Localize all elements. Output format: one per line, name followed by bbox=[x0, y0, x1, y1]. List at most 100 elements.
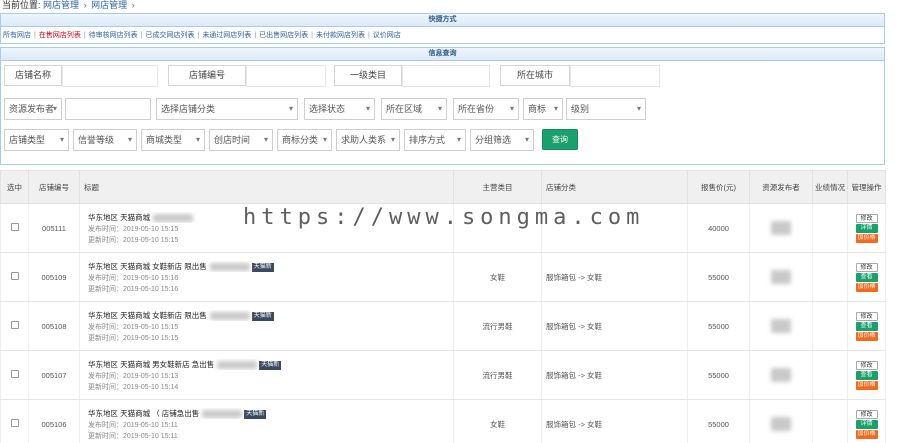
trademark-class-select[interactable]: 商标分类 ▾ bbox=[277, 129, 332, 151]
table-row: 005109 华东地区 天猫商城 女鞋新店 限出售 天猫新 发布时间：2019-05-… bbox=[0, 252, 886, 302]
shortcut-link[interactable]: 议价网店 bbox=[373, 32, 401, 39]
sort-select[interactable]: 排序方式 ▾ bbox=[404, 129, 466, 151]
add-price-button[interactable]: 加价格 bbox=[855, 233, 878, 243]
shortcut-link[interactable]: 所有网店 bbox=[3, 32, 31, 39]
region-select-label: 所在区域 bbox=[386, 104, 423, 114]
shortcut-links: 所有网店 | 在售网店列表 | 待审核网店列表 | 已成交网店列表 | 未通过网店列表 | 已出售网… bbox=[1, 27, 884, 44]
add-price-button[interactable]: 加价格 bbox=[855, 380, 878, 390]
row-checkbox[interactable] bbox=[10, 272, 19, 280]
publisher-cell bbox=[749, 203, 813, 253]
shortcut-link[interactable]: 未付款网店列表 bbox=[316, 32, 365, 39]
shop-name-input[interactable] bbox=[62, 65, 158, 87]
row-checkbox[interactable] bbox=[10, 321, 19, 329]
shop-class-select[interactable]: 选择店铺分类 ▾ bbox=[156, 98, 298, 120]
city-input[interactable] bbox=[570, 65, 660, 87]
credit-level-select[interactable]: 信誉等级 ▾ bbox=[73, 129, 137, 151]
row-publish-time: 发布时间：2019-05-10 15:15 bbox=[88, 323, 179, 331]
mall-type-select[interactable]: 商城类型 ▾ bbox=[141, 129, 205, 151]
shop-type-select[interactable]: 店铺类型 ▾ bbox=[4, 129, 69, 151]
helper-select[interactable]: 求助人类系 ▾ bbox=[336, 129, 400, 151]
main-category-cell: 流行男鞋 bbox=[453, 350, 542, 400]
chevron-down-icon: ▾ bbox=[524, 135, 529, 144]
edit-button[interactable]: 修改 bbox=[855, 262, 878, 272]
view-button[interactable]: 查看 bbox=[855, 370, 878, 380]
group-filter-select[interactable]: 分组筛选 ▾ bbox=[470, 129, 534, 151]
link-divider: | bbox=[254, 32, 257, 39]
shortcut-link[interactable]: 已成交网店列表 bbox=[145, 32, 194, 39]
link-divider: | bbox=[197, 32, 200, 39]
shortcut-link[interactable]: 待审核网店列表 bbox=[89, 32, 138, 39]
edit-button[interactable]: 修改 bbox=[855, 409, 878, 419]
shop-id-cell: 005106 bbox=[28, 399, 80, 443]
view-button[interactable]: 查看 bbox=[855, 321, 878, 331]
chevron-down-icon: ▾ bbox=[322, 135, 327, 144]
chevron-down-icon: ▾ bbox=[509, 104, 514, 113]
trademark-select[interactable]: 商标 ▾ bbox=[523, 98, 563, 120]
view-button[interactable]: 查看 bbox=[855, 272, 878, 282]
col-main-category: 主营类目 bbox=[453, 170, 542, 204]
row-checkbox[interactable] bbox=[10, 419, 19, 427]
price-cell: 55000 bbox=[687, 301, 750, 351]
row-checkbox[interactable] bbox=[10, 223, 19, 231]
col-shop-class: 店铺分类 bbox=[541, 170, 688, 204]
chevron-down-icon: ▾ bbox=[288, 104, 293, 113]
query-button[interactable]: 查询 bbox=[542, 129, 578, 150]
row-title[interactable]: 华东地区 天猫商城 男女鞋新店 急出售 天猫新 bbox=[88, 359, 453, 370]
shop-class-cell bbox=[541, 203, 688, 253]
row-title[interactable]: 华东地区 天猫商城 bbox=[88, 212, 453, 223]
add-price-button[interactable]: 加价格 bbox=[855, 331, 878, 341]
region-select[interactable]: 所在区域 ▾ bbox=[381, 98, 447, 120]
row-title[interactable]: 华东地区 天猫商城 女鞋新店 限出售 天猫新 bbox=[88, 261, 453, 272]
table-header-row: 选中 店铺编号 标题 主营类目 店铺分类 报售价(元) 资源发布者 业绩情况 管… bbox=[0, 170, 886, 204]
province-select[interactable]: 所在省份 ▾ bbox=[453, 98, 519, 120]
row-tag-badge: 天猫新 bbox=[259, 360, 282, 370]
breadcrumb-item-1[interactable]: 网店管理 bbox=[43, 0, 79, 10]
edit-button[interactable]: 修改 bbox=[855, 213, 878, 223]
row-update-time: 更新时间：2019-05-10 15:14 bbox=[88, 383, 179, 391]
publisher-cell bbox=[749, 350, 813, 400]
view-button[interactable]: 详情 bbox=[855, 223, 878, 233]
shop-table: 选中 店铺编号 标题 主营类目 店铺分类 报售价(元) 资源发布者 业绩情况 管… bbox=[0, 170, 886, 443]
edit-button[interactable]: 修改 bbox=[855, 311, 878, 321]
level-select[interactable]: 级别 ▾ bbox=[566, 98, 646, 120]
col-price: 报售价(元) bbox=[687, 170, 750, 204]
add-price-button[interactable]: 加价格 bbox=[855, 429, 878, 439]
main-category-cell: 女鞋 bbox=[453, 252, 542, 302]
row-tag-badge: 天猫新 bbox=[251, 262, 274, 272]
redacted-block bbox=[202, 409, 243, 418]
chevron-down-icon: ▾ bbox=[127, 135, 132, 144]
edit-button[interactable]: 修改 bbox=[855, 360, 878, 370]
shop-id-cell: 005109 bbox=[28, 252, 80, 302]
publisher-select[interactable]: 资源发布者 ▾ bbox=[4, 98, 62, 120]
shortcut-panel: 快捷方式 所有网店 | 在售网店列表 | 待审核网店列表 | 已成交网店列表 | 未通过网店列表… bbox=[0, 13, 885, 44]
chevron-right-icon: › bbox=[131, 0, 135, 10]
row-title[interactable]: 华东地区 天猫商城 （ 店铺急出售 天猫新 bbox=[88, 408, 453, 419]
redacted-block bbox=[209, 262, 250, 271]
view-button[interactable]: 详情 bbox=[855, 419, 878, 429]
add-price-button[interactable]: 加价格 bbox=[855, 282, 878, 292]
shortcut-link[interactable]: 在售网店列表 bbox=[39, 32, 81, 39]
performance-cell bbox=[812, 301, 848, 351]
city-label: 所在城市 bbox=[500, 65, 570, 86]
row-checkbox[interactable] bbox=[10, 370, 19, 378]
chevron-down-icon: ▾ bbox=[456, 135, 461, 144]
category-label: 一级类目 bbox=[334, 65, 402, 86]
shop-class-cell: 服饰箱包 -> 女鞋 bbox=[541, 399, 688, 443]
breadcrumb-item-2[interactable]: 网店管理 bbox=[91, 0, 127, 10]
open-time-select[interactable]: 创店时间 ▾ bbox=[209, 129, 273, 151]
chevron-down-icon: ▾ bbox=[263, 135, 268, 144]
publisher-input[interactable] bbox=[65, 98, 151, 120]
chevron-down-icon: ▾ bbox=[437, 104, 442, 113]
row-title[interactable]: 华东地区 天猫商城 女鞋新店 限出售 天猫新 bbox=[88, 310, 453, 321]
status-select[interactable]: 选择状态 ▾ bbox=[304, 98, 375, 120]
shortcut-link[interactable]: 未通过网店列表 bbox=[202, 32, 251, 39]
redacted-publisher bbox=[771, 417, 791, 431]
category-input[interactable] bbox=[402, 65, 490, 87]
row-publish-time: 发布时间：2019-05-10 15:16 bbox=[88, 274, 179, 282]
publisher-cell bbox=[749, 301, 813, 351]
shop-id-input[interactable] bbox=[246, 65, 326, 87]
status-select-label: 选择状态 bbox=[309, 104, 346, 114]
shortcut-link[interactable]: 已出售网店列表 bbox=[259, 32, 308, 39]
shop-class-cell: 服饰箱包 -> 女鞋 bbox=[541, 350, 688, 400]
price-cell: 55000 bbox=[687, 350, 750, 400]
